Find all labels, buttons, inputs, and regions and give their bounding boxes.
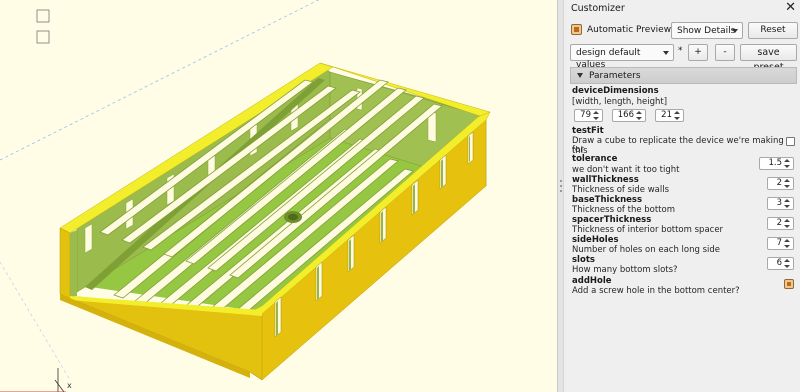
param-desc: [width, length, height]	[572, 97, 668, 107]
param-name: sideHoles	[572, 235, 619, 245]
details-select[interactable]: Show Details	[671, 22, 743, 39]
screw-hole-inner	[288, 213, 298, 221]
param-name: deviceDimensions	[572, 86, 659, 96]
reset-button[interactable]: Reset	[748, 22, 798, 39]
param-desc: we don't want it too tight	[572, 165, 680, 175]
save-preset-button[interactable]: save preset	[740, 44, 797, 73]
spin-arrows-icon[interactable]	[593, 111, 600, 121]
automatic-preview-label: Automatic Preview	[587, 25, 672, 35]
3d-viewport[interactable]: x	[0, 0, 557, 392]
spin-arrows-icon[interactable]	[784, 219, 791, 229]
spin-arrows-icon[interactable]	[784, 259, 791, 269]
customizer-title-bar: Customizer ✕	[564, 0, 800, 18]
customizer-panel: Customizer ✕ Automatic Preview Show Deta…	[564, 0, 800, 392]
preset-select[interactable]: design default values	[570, 44, 674, 70]
spin-value: 79	[580, 110, 591, 120]
param-name: spacerThickness	[572, 215, 652, 225]
parameters-header-label: Parameters	[589, 71, 641, 81]
slots-spinbox[interactable]: 6	[767, 257, 794, 270]
chevron-down-icon	[577, 73, 583, 78]
param-name: tolerance	[572, 154, 618, 164]
axis-label: x	[67, 381, 72, 390]
device-height-spinbox[interactable]: 21	[655, 109, 684, 122]
device-length-spinbox[interactable]: 166	[612, 109, 646, 122]
param-desc: Number of holes on each long side	[572, 245, 721, 255]
parameters-section-header[interactable]: Parameters	[570, 67, 797, 84]
close-icon[interactable]: ✕	[785, 0, 796, 15]
splitter-grip	[560, 190, 562, 192]
model-render[interactable]: x	[0, 0, 557, 392]
param-name: baseThickness	[572, 195, 643, 205]
spin-arrows-icon[interactable]	[674, 111, 681, 121]
spin-value: 3	[776, 198, 782, 208]
near-wall-inner	[70, 230, 77, 296]
add-preset-button[interactable]: +	[688, 44, 708, 61]
param-name: addHole	[572, 276, 612, 286]
spin-value: 2	[776, 218, 782, 228]
preset-modified-marker: *	[678, 46, 683, 56]
param-desc: Draw a cube to replicate the device we'r…	[572, 136, 784, 156]
param-desc: How many bottom slots?	[572, 265, 678, 275]
automatic-preview-checkbox[interactable]	[571, 24, 582, 35]
preview-row: Automatic Preview Show Details Reset	[571, 22, 798, 39]
spin-value: 21	[661, 110, 672, 120]
spin-arrows-icon[interactable]	[636, 111, 643, 121]
side-holes-spinbox[interactable]: 7	[767, 237, 794, 250]
chevron-down-icon	[663, 51, 669, 55]
splitter-grip	[560, 180, 562, 182]
device-width-spinbox[interactable]: 79	[574, 109, 603, 122]
spin-value: 166	[617, 110, 634, 120]
param-desc: Thickness of side walls	[572, 185, 670, 195]
spin-value: 6	[776, 258, 782, 268]
spin-arrows-icon[interactable]	[784, 159, 791, 169]
param-desc: Thickness of interior bottom spacer	[572, 225, 724, 235]
splitter-grip	[560, 185, 562, 187]
chevron-down-icon	[732, 29, 738, 33]
details-select-value: Show Details	[677, 26, 736, 36]
param-name: testFit	[572, 126, 604, 136]
spin-arrows-icon[interactable]	[784, 179, 791, 189]
param-desc: Add a screw hole in the bottom center?	[572, 286, 740, 296]
wall-thickness-spinbox[interactable]: 2	[767, 177, 794, 190]
addhole-checkbox[interactable]	[784, 279, 794, 289]
spacer-thickness-spinbox[interactable]: 2	[767, 217, 794, 230]
base-thickness-spinbox[interactable]: 3	[767, 197, 794, 210]
spin-arrows-icon[interactable]	[784, 239, 791, 249]
panel-splitter[interactable]	[557, 0, 564, 392]
spin-value: 7	[776, 238, 782, 248]
spin-value: 1.5	[768, 158, 782, 168]
spin-arrows-icon[interactable]	[784, 199, 791, 209]
panel-scrollbar[interactable]	[796, 86, 800, 392]
tolerance-spinbox[interactable]: 1.5	[759, 157, 794, 170]
testfit-checkbox[interactable]	[786, 137, 795, 146]
param-name: slots	[572, 255, 595, 265]
customizer-title: Customizer	[571, 3, 625, 14]
remove-preset-button[interactable]: -	[715, 44, 735, 61]
param-name: wallThickness	[572, 175, 639, 185]
param-desc: Thickness of the bottom	[572, 205, 676, 215]
spin-value: 2	[776, 178, 782, 188]
view-widget-icons[interactable]	[36, 9, 50, 44]
